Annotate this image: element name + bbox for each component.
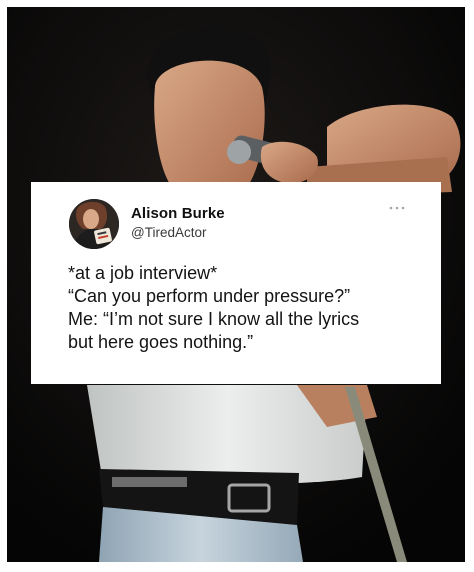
tweet-text: *at a job interview* “Can you perform un…	[68, 262, 428, 354]
avatar-image	[69, 199, 119, 249]
tweet-text-line: “Can you perform under pressure?”	[68, 286, 351, 306]
tweet-text-line: but here goes nothing.”	[68, 332, 254, 352]
avatar[interactable]	[69, 199, 119, 249]
meme-image: Alison Burke @TiredActor *at a job inter…	[0, 0, 474, 572]
author-name[interactable]: Alison Burke	[131, 205, 225, 222]
more-horizontal-icon[interactable]	[389, 202, 405, 212]
tweet-card: Alison Burke @TiredActor *at a job inter…	[31, 182, 441, 384]
more-horizontal-icon-glyph	[389, 206, 405, 210]
tweet-text-line: Me: “I’m not sure I know all the lyrics	[68, 309, 360, 329]
tweet-text-line: *at a job interview*	[68, 263, 218, 283]
author-handle[interactable]: @TiredActor	[131, 225, 206, 240]
